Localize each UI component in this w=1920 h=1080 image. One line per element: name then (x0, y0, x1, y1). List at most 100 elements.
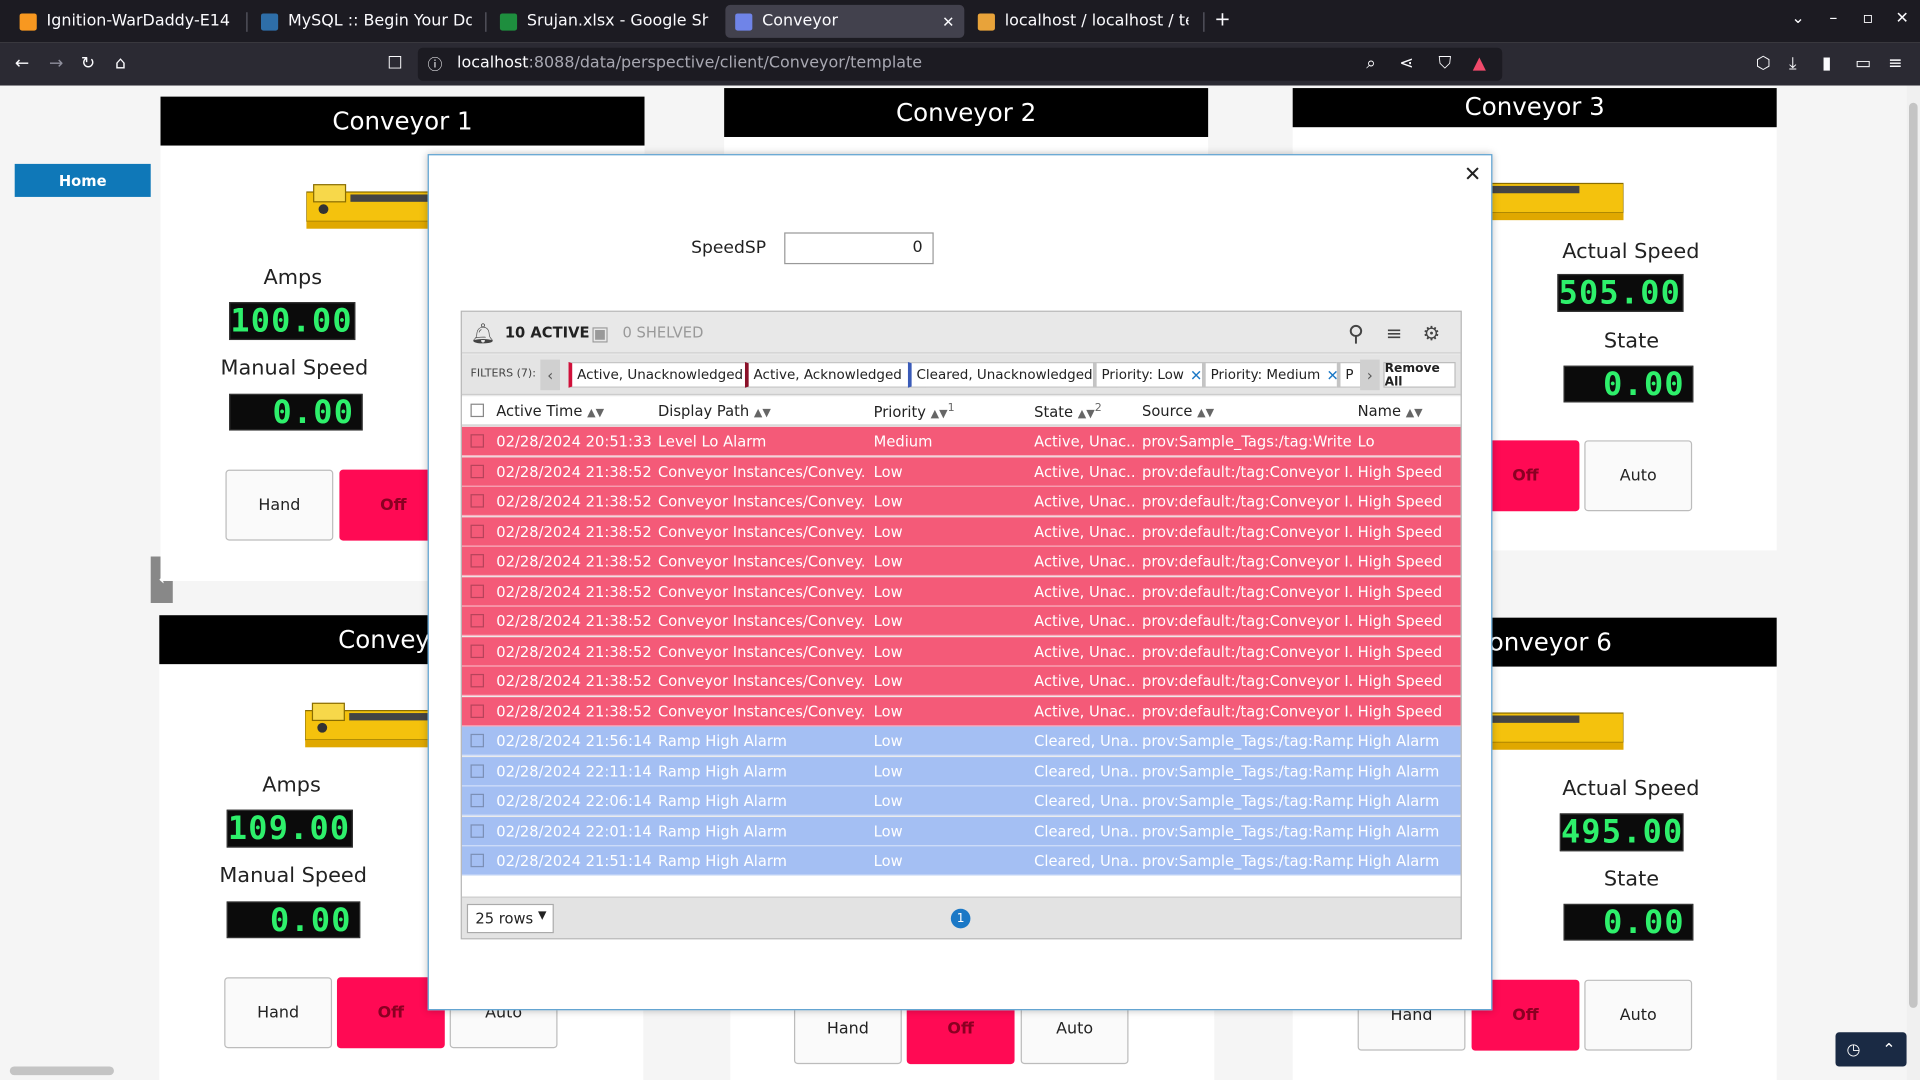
site-info-icon[interactable]: ⓘ (428, 54, 443, 76)
row-checkbox[interactable] (470, 793, 484, 808)
search-icon[interactable]: ⚲ (1348, 322, 1364, 348)
browser-tab-active[interactable]: Conveyor ✕ (725, 4, 965, 38)
sidebar-icon[interactable]: ▮ (1822, 53, 1831, 75)
col-state[interactable]: State ▲▼2 (1034, 402, 1102, 420)
row-checkbox[interactable] (470, 584, 484, 598)
table-row[interactable]: 02/28/2024 21:38:52 Conveyor Instances/Co… (461, 576, 1461, 607)
filter-chip[interactable]: Active, Unacknowledged✕ (568, 362, 768, 388)
extensions-icon[interactable]: ⬡ (1756, 53, 1771, 75)
browser-tab[interactable]: localhost / localhost / tes (968, 5, 1198, 38)
clock-icon[interactable]: ◷ (1846, 1040, 1860, 1058)
row-checkbox[interactable] (470, 823, 484, 838)
speedsp-input[interactable]: 0 (784, 232, 934, 265)
filter-next-chevron-icon[interactable]: › (1360, 359, 1380, 391)
row-checkbox[interactable] (470, 853, 484, 868)
close-tab-icon[interactable]: ✕ (942, 13, 954, 30)
forward-icon[interactable]: → (49, 53, 63, 75)
row-checkbox[interactable] (470, 524, 484, 538)
filter-chip[interactable]: Priority: Low ✕ (1092, 362, 1209, 388)
bookmark-icon[interactable]: ☐ (387, 53, 402, 75)
shelve-icon[interactable]: ▣ (591, 322, 610, 345)
zoom-icon[interactable]: ⌕ (1366, 53, 1376, 75)
row-checkbox[interactable] (470, 434, 484, 448)
close-icon[interactable]: ✕ (1464, 163, 1481, 187)
browser-tab[interactable]: MySQL :: Begin Your Dow (251, 5, 481, 38)
browser-tab[interactable]: Ignition-WarDaddy-E14 - (10, 5, 243, 38)
gear-icon[interactable]: ⚙ (1423, 322, 1441, 345)
maximize-icon[interactable]: ▫ (1862, 10, 1873, 28)
brave-rewards-icon[interactable]: ▲ (1473, 53, 1486, 75)
rows-per-page-select[interactable]: 25 rows ▼ (466, 903, 554, 934)
table-row[interactable]: 02/28/2024 21:38:52 Conveyor Instances/Co… (461, 456, 1461, 487)
row-checkbox[interactable] (470, 733, 484, 748)
row-checkbox[interactable] (470, 763, 484, 778)
minimize-icon[interactable]: – (1829, 10, 1837, 28)
col-display-path[interactable]: Display Path ▲▼ (658, 402, 771, 419)
table-row[interactable]: 02/28/2024 22:11:14 Ramp High Alarm Low Cle… (461, 756, 1461, 786)
remove-all-button[interactable]: Remove All (1383, 361, 1456, 388)
scroll-thumb[interactable] (1909, 102, 1918, 1008)
tab-list-chevron-icon[interactable]: ⌄ (1791, 10, 1804, 28)
back-icon[interactable]: ← (15, 53, 29, 75)
table-row[interactable]: 02/28/2024 22:06:14 Ramp High Alarm Low Cle… (461, 786, 1461, 816)
row-checkbox[interactable] (470, 494, 484, 508)
table-row[interactable]: 02/28/2024 21:38:52 Conveyor Instances/Co… (461, 606, 1461, 637)
table-row[interactable]: 02/28/2024 21:56:14 Ramp High Alarm Low Cle… (461, 726, 1461, 756)
brave-shield-icon[interactable]: ⛉ (1439, 53, 1452, 75)
row-checkbox[interactable] (470, 643, 484, 658)
share-icon[interactable]: ⋖ (1399, 53, 1413, 75)
row-checkbox[interactable] (470, 703, 484, 718)
bell-icon[interactable]: 🔔︎ (471, 322, 496, 345)
select-all-checkbox[interactable] (470, 403, 484, 418)
home-button[interactable]: Home (14, 163, 151, 197)
col-name[interactable]: Name ▲▼ (1358, 402, 1423, 419)
screen: Ignition-WarDaddy-E14 - MySQL :: Begin Y… (0, 0, 1920, 1080)
home-icon[interactable]: ⌂ (115, 53, 126, 75)
new-tab-button[interactable]: + (1214, 7, 1230, 30)
col-active-time[interactable]: Active Time ▲▼ (496, 402, 604, 419)
table-row[interactable]: 02/28/2024 21:51:14 Ramp High Alarm Low Cle… (461, 846, 1461, 876)
row-checkbox[interactable] (470, 554, 484, 568)
chevron-up-icon[interactable]: ⌃ (1882, 1040, 1895, 1058)
table-row[interactable]: 02/28/2024 21:38:52 Conveyor Instances/Co… (461, 666, 1461, 696)
table-row[interactable]: 02/28/2024 22:01:14 Ramp High Alarm Low Cle… (461, 816, 1461, 846)
shelved-count[interactable]: 0 SHELVED (622, 324, 703, 341)
filter-prev-chevron-icon[interactable]: ‹ (540, 359, 560, 391)
active-count[interactable]: 10 ACTIVE (505, 324, 590, 341)
menu-icon[interactable]: ≡ (1888, 53, 1902, 75)
browser-tab[interactable]: Srujan.xlsx - Google Shee (490, 5, 718, 38)
url-text[interactable]: localhost:8088/data/perspective/client/C… (457, 54, 922, 72)
auto-button[interactable]: Auto (1584, 979, 1693, 1051)
col-priority[interactable]: Priority ▲▼1 (874, 402, 955, 420)
table-row[interactable]: 02/28/2024 20:51:33 Level Lo Alarm Medium A… (461, 426, 1461, 457)
hand-button[interactable]: Hand (224, 977, 333, 1049)
filter-icon[interactable]: ≡ (1386, 322, 1402, 345)
remove-filter-icon[interactable]: ✕ (1190, 366, 1202, 383)
col-source[interactable]: Source ▲▼ (1142, 402, 1214, 419)
downloads-icon[interactable]: ⤓ (1789, 53, 1797, 75)
vertical-scrollbar[interactable] (1906, 85, 1920, 1080)
url-bar[interactable]: ⓘ localhost:8088/data/perspective/client… (417, 47, 1503, 81)
cell-state: Active, Unac... (1034, 552, 1138, 570)
scroll-thumb[interactable] (9, 1066, 114, 1076)
table-row[interactable]: 02/28/2024 21:38:52 Conveyor Instances/Co… (461, 516, 1461, 547)
row-checkbox[interactable] (470, 613, 484, 628)
perspective-dock[interactable]: ◷ ⌃ (1835, 1032, 1907, 1067)
page-1-button[interactable]: 1 (950, 908, 971, 929)
row-checkbox[interactable] (470, 673, 484, 688)
reload-icon[interactable]: ↻ (81, 53, 95, 75)
hand-button[interactable]: Hand (225, 469, 334, 541)
wallet-icon[interactable]: ▭ (1855, 53, 1871, 75)
filter-chip[interactable]: Cleared, Unacknowledged✕ (907, 362, 1118, 388)
row-checkbox[interactable] (470, 464, 484, 478)
window-close-icon[interactable]: ✕ (1896, 10, 1909, 28)
horizontal-scrollbar[interactable] (0, 1063, 153, 1078)
filter-chip[interactable]: Priority: Medium ✕ (1202, 362, 1345, 388)
auto-button[interactable]: Auto (1584, 440, 1693, 512)
table-row[interactable]: 02/28/2024 21:38:52 Conveyor Instances/Co… (461, 486, 1461, 517)
table-row[interactable]: 02/28/2024 21:38:52 Conveyor Instances/Co… (461, 546, 1461, 577)
filter-chip[interactable]: Active, Acknowledged✕ (744, 362, 927, 388)
table-row[interactable]: 02/28/2024 21:38:52 Conveyor Instances/Co… (461, 636, 1461, 666)
table-row[interactable]: 02/28/2024 21:38:52 Conveyor Instances/Co… (461, 696, 1461, 726)
filter-chip[interactable]: P (1336, 362, 1362, 388)
